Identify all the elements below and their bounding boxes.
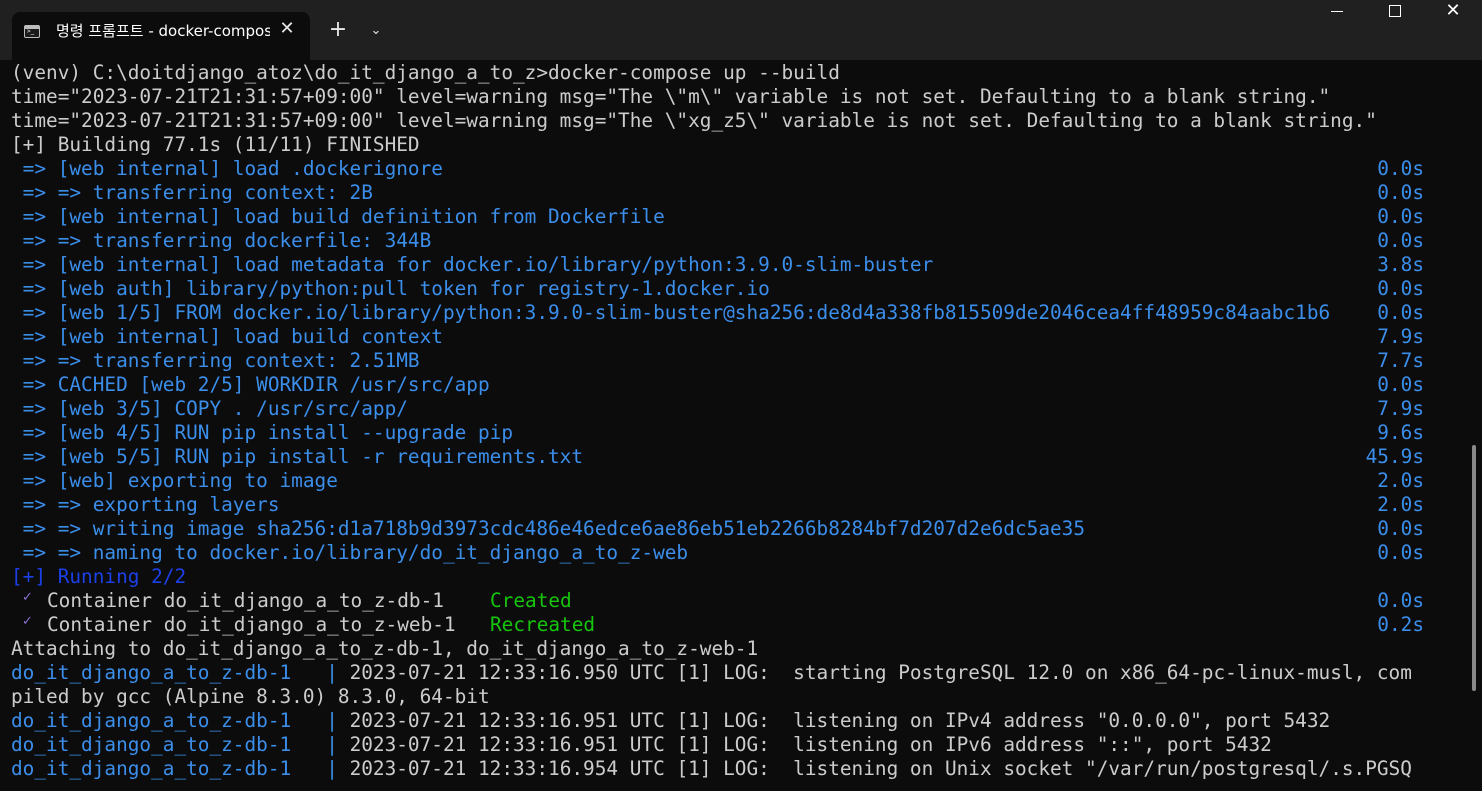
build-step-time: 0.0s: [1377, 229, 1424, 252]
terminal-output[interactable]: (venv) C:\doitdjango_atoz\do_it_django_a…: [0, 60, 1468, 791]
log-prefix: do_it_django_a_to_z-db-1: [11, 661, 292, 684]
build-step: => => naming to docker.io/library/do_it_…: [11, 541, 689, 564]
log-separator: |: [291, 733, 350, 756]
scrollbar-thumb[interactable]: [1472, 445, 1476, 691]
build-step-time: 7.7s: [1377, 349, 1424, 372]
minimize-icon: [1331, 10, 1343, 12]
build-step-time: 2.0s: [1377, 493, 1424, 516]
build-step: => => writing image sha256:d1a718b9d3973…: [11, 517, 1086, 540]
build-step-time: 7.9s: [1377, 397, 1424, 420]
build-step-time: 45.9s: [1365, 445, 1424, 468]
build-step: => [web 4/5] RUN pip install --upgrade p…: [11, 421, 513, 444]
build-step: => => transferring context: 2.51MB: [11, 349, 420, 372]
build-step-time: 9.6s: [1377, 421, 1424, 444]
terminal-icon: [24, 25, 40, 38]
check-icon: ✓: [22, 590, 33, 605]
log-separator: |: [291, 757, 350, 780]
container-name: Container do_it_django_a_to_z-web-1: [47, 613, 456, 636]
warning-line: time="2023-07-21T21:31:57+09:00" level=w…: [11, 109, 1377, 132]
log-line: do_it_django_a_to_z-db-1 | 2023-07-21 12…: [11, 757, 1412, 781]
build-step-time: 0.0s: [1377, 157, 1424, 180]
build-step-time: 0.0s: [1377, 541, 1424, 564]
check-icon: ✓: [22, 614, 33, 629]
tab-title: 명령 프롬프트 - docker-compose up --build: [56, 22, 270, 40]
close-button[interactable]: ✕: [1424, 0, 1482, 52]
running-header: [+] Running 2/2: [11, 565, 187, 588]
build-step: => => exporting layers: [11, 493, 280, 516]
build-step-time: 0.0s: [1377, 301, 1424, 324]
log-separator: |: [291, 661, 350, 684]
log-prefix: do_it_django_a_to_z-db-1: [11, 757, 292, 780]
log-message: piled by gcc (Alpine 8.3.0) 8.3.0, 64-bi…: [11, 685, 490, 708]
terminal-window: 명령 프롬프트 - docker-compose up --build ✕ + …: [0, 0, 1482, 791]
build-step-time: 3.8s: [1377, 253, 1424, 276]
tab-command-prompt[interactable]: 명령 프롬프트 - docker-compose up --build ✕: [12, 12, 310, 60]
build-step: => [web internal] load build definition …: [11, 205, 665, 228]
container-status: Created: [490, 589, 572, 612]
build-step: => [web auth] library/python:pull token …: [11, 277, 770, 300]
build-step-time: 0.0s: [1377, 373, 1424, 396]
log-line: do_it_django_a_to_z-db-1 | 2023-07-21 12…: [11, 661, 1412, 685]
tab-dropdown-chevron-icon[interactable]: ⌄: [362, 16, 390, 44]
build-step: => [web 3/5] COPY . /usr/src/app/: [11, 397, 408, 420]
build-step: => [web 1/5] FROM docker.io/library/pyth…: [11, 301, 1331, 324]
minimize-button[interactable]: [1308, 0, 1366, 52]
build-step: => [web 5/5] RUN pip install -r requirem…: [11, 445, 584, 468]
build-header: [+] Building 77.1s (11/11) FINISHED: [11, 133, 420, 156]
log-message: 2023-07-21 12:33:16.954 UTC [1] LOG: lis…: [349, 757, 1412, 780]
build-step-time: 0.0s: [1377, 181, 1424, 204]
log-message: 2023-07-21 12:33:16.950 UTC [1] LOG: sta…: [349, 661, 1412, 684]
log-separator: |: [291, 709, 350, 732]
build-step: => [web internal] load build context: [11, 325, 443, 348]
new-tab-button[interactable]: +: [324, 16, 352, 44]
build-step-time: 0.0s: [1377, 277, 1424, 300]
build-step: => [web internal] load metadata for dock…: [11, 253, 934, 276]
tab-close-icon[interactable]: ✕: [276, 18, 298, 40]
warning-line: time="2023-07-21T21:31:57+09:00" level=w…: [11, 85, 1331, 108]
log-prefix: do_it_django_a_to_z-db-1: [11, 709, 292, 732]
log-prefix: do_it_django_a_to_z-db-1: [11, 733, 292, 756]
maximize-icon: [1389, 5, 1401, 17]
build-step: => CACHED [web 2/5] WORKDIR /usr/src/app: [11, 373, 490, 396]
attaching-line: Attaching to do_it_django_a_to_z-db-1, d…: [11, 637, 759, 660]
title-bar: 명령 프롬프트 - docker-compose up --build ✕ + …: [0, 0, 1482, 60]
log-message: 2023-07-21 12:33:16.951 UTC [1] LOG: lis…: [349, 709, 1331, 732]
container-name: Container do_it_django_a_to_z-db-1: [47, 589, 444, 612]
maximize-button[interactable]: [1366, 0, 1424, 52]
log-line: do_it_django_a_to_z-db-1 | 2023-07-21 12…: [11, 733, 1272, 757]
build-step: => [web internal] load .dockerignore: [11, 157, 443, 180]
container-status: Recreated: [490, 613, 596, 636]
build-step-time: 0.0s: [1377, 205, 1424, 228]
build-step: => [web] exporting to image: [11, 469, 338, 492]
build-step: => => transferring context: 2B: [11, 181, 373, 204]
build-step-time: 0.0s: [1377, 517, 1424, 540]
container-time: 0.2s: [1377, 613, 1424, 636]
log-line: do_it_django_a_to_z-db-1 | 2023-07-21 12…: [11, 709, 1330, 733]
build-step: => => transferring dockerfile: 344B: [11, 229, 432, 252]
container-time: 0.0s: [1377, 589, 1424, 612]
build-step-time: 2.0s: [1377, 469, 1424, 492]
command-line: (venv) C:\doitdjango_atoz\do_it_django_a…: [11, 61, 840, 84]
log-message: 2023-07-21 12:33:16.951 UTC [1] LOG: lis…: [349, 733, 1272, 756]
build-step-time: 7.9s: [1377, 325, 1424, 348]
log-line: piled by gcc (Alpine 8.3.0) 8.3.0, 64-bi…: [11, 685, 490, 709]
